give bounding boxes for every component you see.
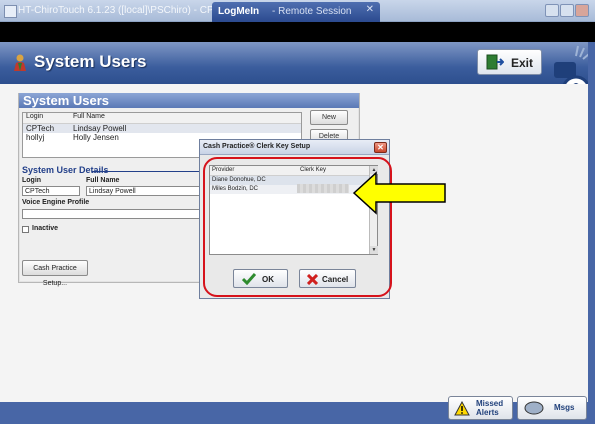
window-title: HT-ChiroTouch 6.1.23 ([local]\PSChiro) -… — [18, 5, 236, 16]
inactive-checkbox[interactable] — [22, 226, 29, 233]
system-users-header: System Users — [19, 93, 359, 108]
table-row[interactable]: CPTech Lindsay Powell — [23, 124, 301, 133]
column-fullname[interactable]: Full Name — [73, 113, 105, 120]
maximize-button[interactable] — [560, 4, 574, 17]
logmein-logo: LogMeIn — [218, 6, 260, 17]
cash-practice-setup-button[interactable]: Cash Practice Setup... — [22, 260, 88, 287]
page-title: System Users — [34, 52, 147, 71]
details-divider — [92, 171, 202, 172]
msgs-label: Msgs — [554, 403, 575, 412]
right-edge — [588, 42, 595, 424]
users-icon — [14, 54, 26, 71]
messages-button[interactable]: Msgs — [517, 396, 587, 420]
login-field[interactable]: CPTech — [22, 186, 80, 196]
exit-label: Exit — [511, 56, 534, 70]
exit-button[interactable]: Exit — [477, 49, 542, 75]
dialog-title: Cash Practice® Clerk Key Setup — [203, 143, 311, 150]
remote-session-tab[interactable]: LogMeIn - Remote Session ✕ — [212, 2, 380, 22]
remote-session-label: - Remote Session — [272, 6, 352, 17]
missed-alerts-button[interactable]: Missed Alerts — [448, 396, 513, 420]
row-login: hollyj — [26, 133, 45, 142]
exit-door-icon — [486, 54, 504, 70]
voice-profile-label: Voice Engine Profile — [22, 199, 90, 206]
row-login: CPTech — [26, 124, 55, 133]
app-icon — [4, 5, 17, 18]
inactive-label: Inactive — [32, 225, 59, 232]
row-fullname: Lindsay Powell — [73, 124, 127, 133]
dialog-close-button[interactable]: ✕ — [374, 142, 387, 153]
remote-tab-close-icon[interactable]: ✕ — [366, 4, 374, 15]
yellow-arrow-icon — [352, 171, 446, 215]
row-fullname: Holly Jensen — [73, 133, 119, 142]
fullname-field[interactable]: Lindsay Powell — [86, 186, 200, 196]
details-title: System User Details — [22, 165, 109, 175]
fullname-label: Full Name — [86, 177, 120, 184]
minimize-button[interactable] — [545, 4, 559, 17]
system-users-title: System Users — [23, 93, 109, 108]
column-login[interactable]: Login — [26, 113, 43, 120]
new-button[interactable]: New — [310, 110, 348, 125]
close-window-button[interactable] — [575, 4, 589, 17]
remote-toolbar-band — [0, 22, 595, 42]
missed-line1: Missed — [476, 399, 504, 408]
messages-icon — [524, 401, 544, 415]
dialog-titlebar: Cash Practice® Clerk Key Setup — [200, 140, 389, 155]
users-table-header: Login Full Name — [23, 113, 301, 124]
missed-line2: Alerts — [476, 408, 499, 417]
login-label: Login — [22, 177, 42, 184]
warning-icon — [454, 401, 470, 416]
voice-profile-select[interactable] — [22, 209, 200, 219]
